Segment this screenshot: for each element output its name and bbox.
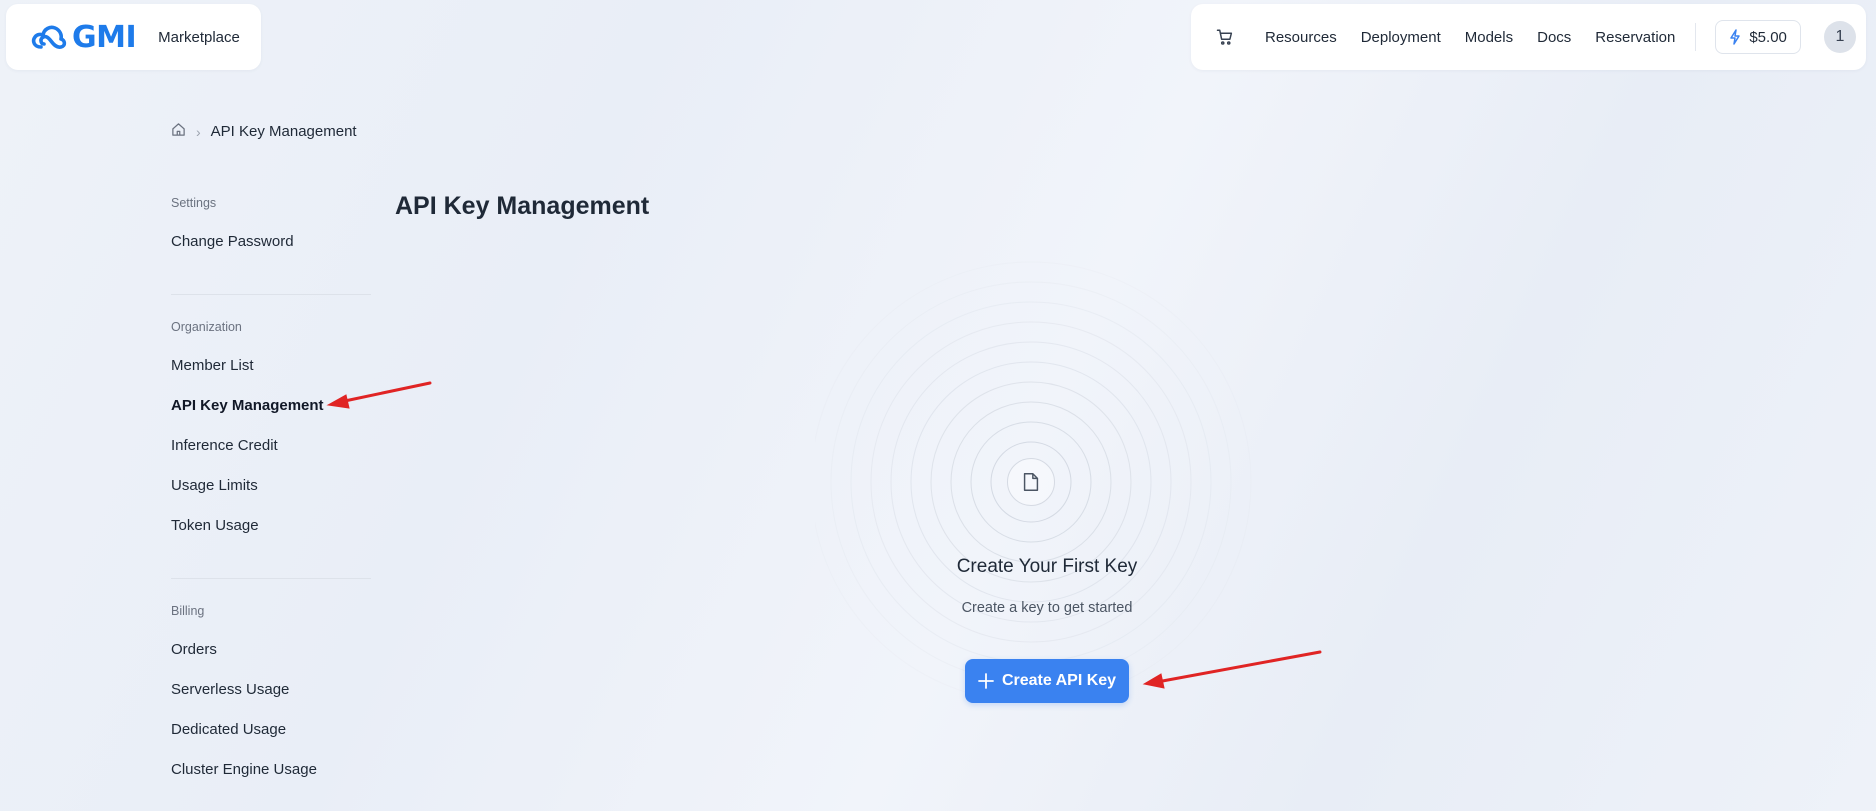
sidebar-item-orders[interactable]: Orders: [171, 630, 371, 670]
sidebar-item-inference-credit[interactable]: Inference Credit: [171, 426, 371, 466]
nav-resources[interactable]: Resources: [1265, 29, 1337, 46]
marketplace-label[interactable]: Marketplace: [158, 29, 240, 46]
balance-badge[interactable]: $5.00: [1715, 20, 1801, 54]
avatar[interactable]: 1: [1823, 21, 1856, 53]
cart-icon[interactable]: [1215, 27, 1235, 47]
nav-docs[interactable]: Docs: [1537, 29, 1571, 46]
empty-state-title: Create Your First Key: [956, 556, 1138, 577]
gmi-logo[interactable]: GMI: [30, 19, 137, 55]
nav-divider: [1695, 23, 1697, 51]
sidebar-item-dedicated-usage[interactable]: Dedicated Usage: [171, 710, 371, 750]
sidebar-item-usage-limits[interactable]: Usage Limits: [171, 466, 371, 506]
home-icon[interactable]: [171, 122, 186, 141]
sidebar-divider: [171, 578, 371, 579]
sidebar-item-token-usage[interactable]: Token Usage: [171, 506, 371, 546]
chevron-right-icon: ›: [196, 123, 201, 140]
sidebar-item-change-password[interactable]: Change Password: [171, 222, 371, 262]
breadcrumb: › API Key Management: [171, 122, 357, 141]
plus-icon: [978, 673, 994, 689]
sidebar-item-cluster-engine-usage[interactable]: Cluster Engine Usage: [171, 750, 371, 790]
sidebar-item-member-list[interactable]: Member List: [171, 346, 371, 386]
logo-text: GMI: [72, 19, 137, 55]
empty-state-subtitle: Create a key to get started: [961, 600, 1133, 616]
balance-amount: $5.00: [1749, 28, 1787, 46]
lightning-icon: [1730, 29, 1741, 45]
sidebar-item-api-key-management[interactable]: API Key Management: [171, 386, 371, 426]
page-title: API Key Management: [395, 192, 650, 220]
nav-reservation[interactable]: Reservation: [1595, 29, 1675, 46]
nav-deployment[interactable]: Deployment: [1361, 29, 1441, 46]
brand-card: GMI Marketplace: [6, 4, 261, 70]
create-api-key-label: Create API Key: [1001, 672, 1117, 689]
sidebar-section-billing: Billing: [171, 604, 205, 618]
breadcrumb-current: API Key Management: [210, 123, 357, 140]
top-nav: Resources Deployment Models Docs Reserva…: [1191, 4, 1866, 70]
sidebar-section-organization: Organization: [171, 320, 242, 334]
document-icon: [1007, 458, 1055, 506]
sidebar: Settings Change Password Organization Me…: [171, 196, 371, 790]
nav-models[interactable]: Models: [1465, 29, 1513, 46]
sidebar-section-settings: Settings: [171, 196, 217, 210]
cloud-logo-icon: [31, 25, 67, 49]
create-api-key-button[interactable]: Create API Key: [965, 659, 1129, 703]
sidebar-divider: [171, 294, 371, 295]
sidebar-item-serverless-usage[interactable]: Serverless Usage: [171, 670, 371, 710]
